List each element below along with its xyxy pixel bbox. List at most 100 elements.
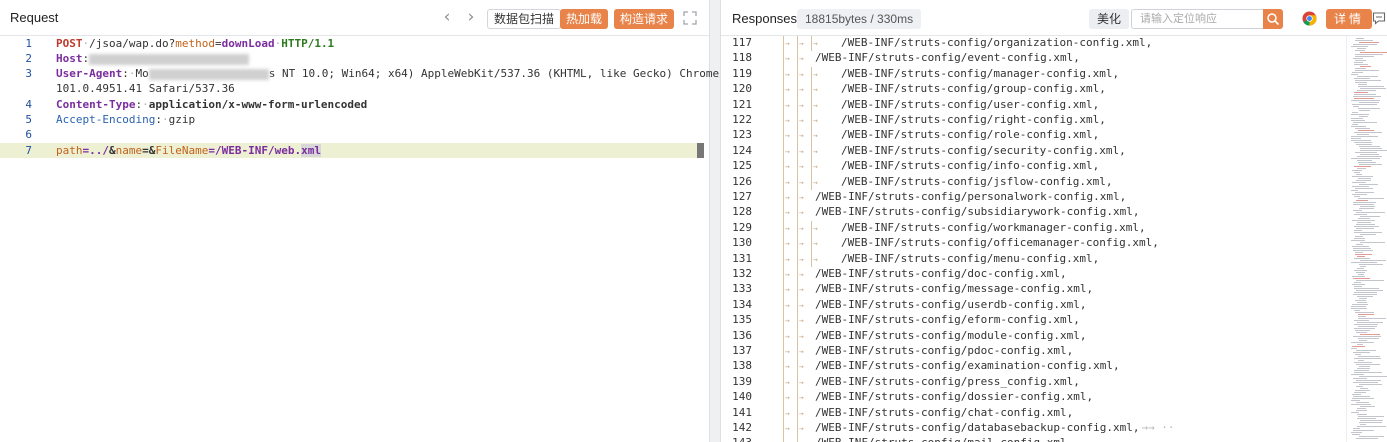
minimap-line [1351, 400, 1360, 401]
user-agent-header-cont: 101.0.4951.41 Safari/537.36 [56, 82, 235, 95]
message-icon[interactable] [1372, 11, 1386, 25]
minimap-line [1359, 164, 1382, 165]
response-line: /WEB-INF/struts-config/examination-confi… [815, 359, 1120, 373]
indent-guide [811, 97, 812, 113]
minimap-line [1353, 202, 1376, 203]
minimap-line [1357, 222, 1371, 223]
build-request-button[interactable]: 构造请求 [614, 9, 675, 29]
indent-guide [797, 190, 798, 206]
request-editor[interactable]: 1 2 3 4 5 6 7 POST·/jsoa/wap.do?method=d… [0, 36, 726, 442]
minimap-line [1354, 166, 1371, 167]
minimap-line [1360, 52, 1387, 53]
minimap-line [1359, 110, 1370, 111]
minimap-line [1356, 380, 1381, 381]
indent-guide [783, 421, 784, 437]
tab-marker: → [813, 177, 818, 187]
minimap-line [1355, 82, 1367, 83]
minimap-line [1356, 224, 1375, 225]
minimap-line [1358, 318, 1386, 319]
response-line-number: 138 [732, 359, 752, 373]
tab-marker: → [785, 377, 790, 387]
minimap-line [1353, 44, 1377, 45]
minimap-line [1351, 412, 1359, 413]
indent-guide [783, 405, 784, 421]
minimap-line [1356, 38, 1364, 39]
tab-marker: → [785, 424, 790, 433]
minimap-line [1354, 62, 1363, 63]
chevron-right-icon[interactable]: › [462, 9, 480, 27]
response-line: /WEB-INF/struts-config/press_config.xml, [815, 374, 1080, 388]
response-viewer[interactable]: 117 → → → /WEB-INF/struts-config/organizatio… [721, 36, 1341, 442]
minimap-line [1355, 80, 1381, 81]
minimap-line [1356, 228, 1374, 229]
tab-marker: → [785, 270, 790, 279]
response-size-badge: 18815bytes / 330ms [797, 9, 922, 29]
response-line: /WEB-INF/struts-config/mail-config.xml, [815, 436, 1073, 442]
line-number: 3 [25, 67, 32, 80]
line-number: 1 [25, 37, 32, 50]
minimap-line [1353, 58, 1363, 59]
request-header: Request ‹ › 数据包扫描 热加载 构造请求 [0, 0, 709, 36]
response-line-number: 128 [732, 205, 752, 219]
tab-marker: → [785, 116, 790, 125]
minimap-line [1358, 84, 1367, 85]
indent-guide [811, 174, 812, 190]
minimap-line [1354, 226, 1379, 227]
indent-guide [811, 251, 812, 267]
indent-guide [797, 51, 798, 67]
response-line-number: 136 [732, 328, 752, 342]
minimap-line [1357, 256, 1365, 257]
response-line-number: 142 [732, 421, 752, 434]
detail-button[interactable]: 详情 [1326, 9, 1373, 29]
tab-marker: → [785, 100, 790, 110]
indent-guide [797, 374, 798, 391]
indent-guide [811, 66, 812, 83]
minimap-line [1359, 264, 1383, 265]
tab-marker: → [799, 393, 804, 403]
chevron-left-icon[interactable]: ‹ [438, 9, 456, 27]
indent-guide [783, 313, 784, 329]
minimap-line [1357, 156, 1382, 157]
minimap-line [1354, 78, 1370, 79]
minimap-line [1357, 302, 1367, 303]
minimap-line [1354, 324, 1378, 325]
chrome-icon[interactable] [1302, 11, 1317, 26]
minimap-line [1354, 98, 1374, 99]
minimap-line [1359, 422, 1382, 423]
response-line: /WEB-INF/struts-config/databasebackup-co… [815, 421, 1140, 434]
minimap-line [1357, 426, 1386, 427]
minimap-line [1351, 432, 1362, 433]
minimap-line [1355, 56, 1374, 57]
minimap-line [1354, 328, 1375, 329]
minimap-line [1359, 208, 1374, 209]
minimap-line [1353, 248, 1371, 249]
hot-load-button[interactable]: 热加载 [560, 9, 609, 29]
minimap-line [1351, 308, 1367, 309]
indent-guide [797, 282, 798, 298]
minimap-line [1355, 312, 1374, 313]
minimap-line [1359, 340, 1367, 341]
locate-response-input[interactable] [1131, 9, 1263, 29]
packet-scan-button[interactable]: 数据包扫描 [487, 9, 562, 29]
beautify-button[interactable]: 美化 [1089, 9, 1130, 29]
indent-guide [797, 220, 798, 237]
minimap-line [1354, 320, 1369, 321]
minimap-line [1357, 414, 1367, 415]
indent-guide [783, 436, 784, 442]
indent-guide [783, 267, 784, 283]
tab-marker: → [785, 69, 790, 79]
indent-guide [797, 236, 798, 252]
response-line-number: 131 [732, 251, 752, 265]
minimap-line [1351, 126, 1366, 127]
minimap-line [1355, 54, 1383, 55]
tab-marker: → [799, 177, 804, 187]
indent-guide [797, 313, 798, 329]
expand-icon[interactable] [682, 10, 698, 26]
indent-guide [797, 251, 798, 267]
minimap-line [1360, 148, 1382, 149]
search-button[interactable] [1263, 9, 1283, 29]
tab-marker: → [813, 69, 818, 79]
minimap-line [1356, 180, 1371, 181]
minimap[interactable] [1346, 36, 1387, 442]
response-line-number: 140 [732, 390, 752, 404]
